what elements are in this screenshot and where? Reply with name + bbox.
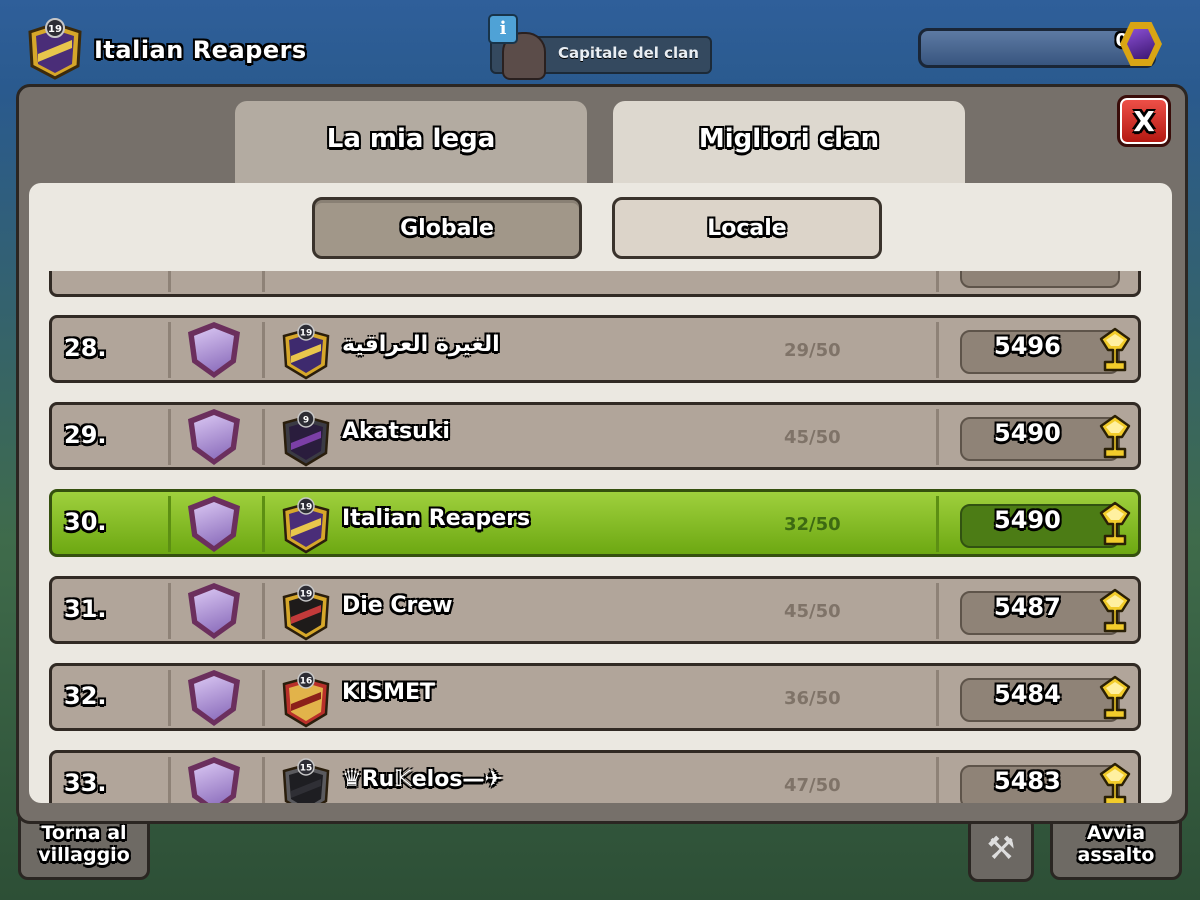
- row-divider: [168, 322, 171, 378]
- trophy-count: 5483: [994, 767, 1061, 795]
- badge-level-text: 19: [300, 329, 313, 339]
- rank-label: 32.: [64, 682, 107, 710]
- trophy-count: 5496: [994, 332, 1061, 360]
- table-row[interactable]: 33. 15 ♛Ru𝕂elos—✈ 47/50 5483: [49, 750, 1141, 803]
- clan-badge-icon: 19: [28, 18, 82, 80]
- row-divider: [262, 322, 265, 378]
- badge-level-text: 19: [300, 503, 313, 513]
- trophy-icon: [1099, 588, 1131, 633]
- row-divider: [168, 409, 171, 465]
- clan-name: Italian Reapers: [342, 506, 531, 531]
- row-divider: [262, 583, 265, 639]
- subtab-local[interactable]: Locale: [612, 197, 882, 259]
- trophy-icon: [1099, 327, 1131, 372]
- league-shield-icon: [188, 322, 240, 378]
- badge-level-text: 15: [300, 764, 313, 774]
- clan-badge-icon: 9: [282, 410, 330, 467]
- badge-level-text: 19: [300, 590, 313, 600]
- row-divider: [936, 583, 939, 639]
- clan-ranking-list[interactable]: 28. 19 الغيرة العراقية 29/50 5496 29. 9 Akatsuk…: [29, 271, 1172, 803]
- table-row[interactable]: 29. 9 Akatsuki 45/50 5490: [49, 402, 1141, 470]
- trophy-icon: [1099, 414, 1131, 459]
- leaderboard-content: Globale Locale 28. 19 الغيرة العراقية 29/50…: [29, 183, 1172, 803]
- row-divider: [936, 496, 939, 552]
- rank-label: 30.: [64, 508, 107, 536]
- clan-name: ♛Ru𝕂elos—✈: [342, 767, 503, 792]
- row-divider: [262, 757, 265, 803]
- table-row[interactable]: 31. 19 Die Crew 45/50 5487: [49, 576, 1141, 644]
- clan-header[interactable]: 19 Italian Reapers: [24, 18, 307, 82]
- row-divider: [936, 271, 939, 292]
- badge-level-text: 16: [300, 677, 313, 687]
- member-count: 29/50: [784, 340, 841, 361]
- row-divider: [936, 322, 939, 378]
- row-divider: [168, 496, 171, 552]
- table-row[interactable]: 28. 19 الغيرة العراقية 29/50 5496: [49, 315, 1141, 383]
- row-divider: [262, 271, 265, 292]
- trophy-icon: [1099, 675, 1131, 720]
- leaderboard-dialog: La mia lega Migliori clan X Globale Loca…: [16, 84, 1188, 824]
- close-button[interactable]: X: [1117, 95, 1171, 147]
- member-count: 45/50: [784, 427, 841, 448]
- table-row[interactable]: 30. 19 Italian Reapers 32/50 5490: [49, 489, 1141, 557]
- clan-badge-icon: 19: [282, 584, 330, 641]
- tab-my-league[interactable]: La mia lega: [235, 101, 587, 187]
- rank-label: 31.: [64, 595, 107, 623]
- member-count: 32/50: [784, 514, 841, 535]
- clan-badge-icon: 15: [282, 758, 330, 803]
- clan-badge-icon: 19: [282, 497, 330, 554]
- hammer-icon[interactable]: ⚒: [968, 816, 1034, 882]
- member-count: 45/50: [784, 601, 841, 622]
- rank-label: 29.: [64, 421, 107, 449]
- clan-name: Akatsuki: [342, 419, 450, 444]
- member-count: 47/50: [784, 775, 841, 796]
- row-divider: [262, 670, 265, 726]
- info-icon[interactable]: i: [488, 14, 518, 44]
- trophy-count: 5490: [994, 506, 1061, 534]
- clan-name: Italian Reapers: [94, 36, 307, 64]
- league-shield-icon: [188, 670, 240, 726]
- table-row[interactable]: 32. 16 KISMET 36/50 5484: [49, 663, 1141, 731]
- row-divider: [936, 409, 939, 465]
- row-divider: [168, 757, 171, 803]
- trophy-icon: [1099, 501, 1131, 546]
- row-divider: [168, 583, 171, 639]
- league-shield-icon: [188, 409, 240, 465]
- trophy-box: [960, 271, 1120, 288]
- clan-name: الغيرة العراقية: [342, 332, 500, 357]
- clan-name: KISMET: [342, 680, 436, 705]
- clan-level-text: 19: [48, 24, 62, 35]
- league-shield-icon: [188, 496, 240, 552]
- row-divider: [168, 271, 171, 292]
- clan-capital-button[interactable]: Capitale del clan i: [488, 14, 712, 80]
- subtab-global[interactable]: Globale: [312, 197, 582, 259]
- rank-label: 28.: [64, 334, 107, 362]
- tab-top-clans[interactable]: Migliori clan: [613, 101, 965, 187]
- trophy-icon: [1099, 762, 1131, 803]
- row-divider: [262, 496, 265, 552]
- row-divider: [936, 757, 939, 803]
- trophy-count: 5484: [994, 680, 1061, 708]
- clan-badge-icon: 19: [282, 323, 330, 380]
- member-count: 36/50: [784, 688, 841, 709]
- row-divider: [262, 409, 265, 465]
- clan-name: Die Crew: [342, 593, 453, 618]
- clan-badge-icon: 16: [282, 671, 330, 728]
- clan-capital-label: Capitale del clan: [558, 44, 699, 62]
- trophy-count: 5487: [994, 593, 1061, 621]
- row-divider: [936, 670, 939, 726]
- rank-label: 33.: [64, 769, 107, 797]
- league-shield-icon: [188, 583, 240, 639]
- trophy-count: 5490: [994, 419, 1061, 447]
- badge-level-text: 9: [303, 416, 309, 426]
- row-divider: [168, 670, 171, 726]
- league-shield-icon: [188, 757, 240, 803]
- resource-bar: 0: [918, 22, 1184, 68]
- table-row[interactable]: [49, 271, 1141, 297]
